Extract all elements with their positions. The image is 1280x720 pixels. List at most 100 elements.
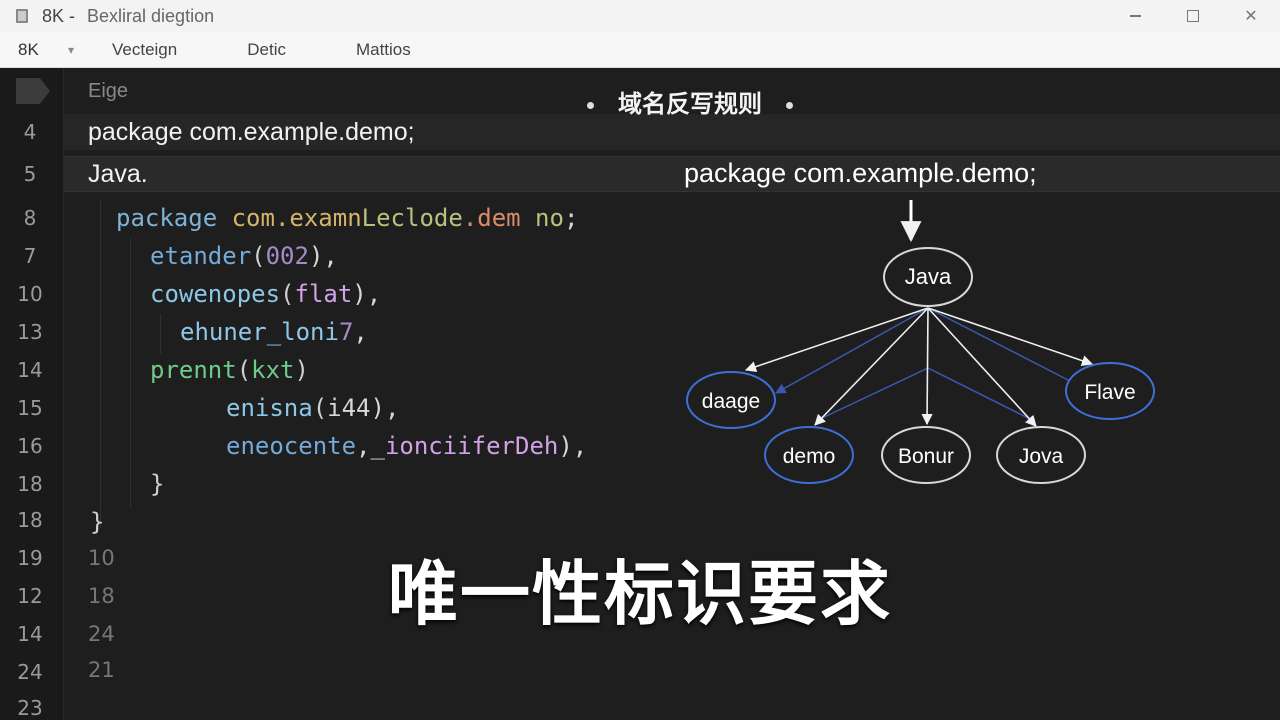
indent-guide xyxy=(130,238,131,508)
closing-brace: } xyxy=(90,508,105,536)
line-number: 24 xyxy=(17,660,43,684)
line-number: 12 xyxy=(17,584,43,608)
code-token: ehuner_loni xyxy=(180,318,339,346)
line-number: 5 xyxy=(23,162,37,186)
code-line: package com.examnLeclode.dem no; xyxy=(116,204,578,232)
caption-subtitle: 唯一性标识要求 xyxy=(388,553,892,635)
indent-guide xyxy=(160,314,161,354)
diagram-heading: 域名反写规则 xyxy=(560,84,820,119)
code-token: etander xyxy=(150,242,252,270)
code-token: ,_ xyxy=(356,432,385,460)
code-token: .dem xyxy=(462,204,521,232)
code-token: kxt xyxy=(251,356,295,384)
code-line: 21 xyxy=(88,658,115,682)
line-number: 7 xyxy=(23,244,37,268)
code-line: 10 xyxy=(88,546,115,570)
indent-guide xyxy=(100,200,101,528)
code-token: prennt xyxy=(150,356,237,384)
line-number: 8 xyxy=(23,206,37,230)
code-token: ; xyxy=(563,204,579,232)
node-b3[interactable]: Jova xyxy=(996,426,1086,484)
window-controls: ✕ xyxy=(1106,0,1280,32)
node-left[interactable]: daage xyxy=(686,371,776,429)
code-token: ), xyxy=(370,394,400,422)
code-line: enisna(i44), xyxy=(226,394,399,422)
code-token: 002 xyxy=(265,242,309,270)
file-tag-icon xyxy=(16,78,50,104)
code-token: ), xyxy=(308,242,338,270)
code-editor[interactable]: Eige 4 5 8 7 10 13 14 15 16 18 18 19 12 … xyxy=(0,68,1280,720)
code-token: Leclode xyxy=(361,204,463,232)
edge xyxy=(817,367,929,421)
code-token: , xyxy=(353,318,368,346)
line-number: 4 xyxy=(23,120,37,144)
code-token: cowenopes xyxy=(150,280,281,308)
code-token: ( xyxy=(236,356,252,384)
app-icon xyxy=(16,9,28,23)
node-label: Bonur xyxy=(898,445,954,468)
edge xyxy=(775,307,929,394)
code-token: ( xyxy=(251,242,266,270)
edge xyxy=(927,307,1094,367)
bullet-dot xyxy=(587,101,594,109)
package-label: package com.example.demo; xyxy=(684,158,1037,188)
node-label: demo xyxy=(783,445,836,468)
maximize-button[interactable] xyxy=(1164,0,1222,32)
node-label: Java xyxy=(905,264,952,289)
line-number: 19 xyxy=(17,546,43,570)
code-line: 24 xyxy=(88,622,115,646)
closing-brace: } xyxy=(150,470,165,498)
code-token: 7 xyxy=(338,318,354,346)
node-label: Jova xyxy=(1019,445,1064,468)
window-title: Bexliral diegtion xyxy=(87,5,215,26)
edge xyxy=(814,307,929,426)
line-number: 10 xyxy=(17,282,43,306)
code-token: eneocente xyxy=(226,432,357,460)
code-token: no xyxy=(520,204,564,232)
code-token: ( xyxy=(312,394,328,422)
menu-item-detic[interactable]: Detic xyxy=(247,40,286,60)
line-number: 16 xyxy=(17,434,43,458)
code-token: ionciiferDeh xyxy=(384,432,559,460)
line-number: 18 xyxy=(17,508,43,532)
chevron-down-icon[interactable]: ▾ xyxy=(68,43,112,57)
line-number: 18 xyxy=(17,472,43,496)
code-token: flat xyxy=(294,280,353,308)
node-label: Flave xyxy=(1084,381,1135,404)
node-root[interactable]: Java xyxy=(883,247,973,307)
code-line: 18 xyxy=(88,584,115,608)
app-label: 8K - xyxy=(42,5,76,26)
code-line: ehuner_loni7, xyxy=(180,318,368,346)
node-right[interactable]: Flave xyxy=(1065,362,1155,420)
close-button[interactable]: ✕ xyxy=(1222,0,1280,32)
code-token: i44 xyxy=(327,394,371,422)
code-line: Java. xyxy=(88,160,148,188)
line-number: 14 xyxy=(17,622,43,646)
title-bar: 8K - Bexliral diegtion ✕ xyxy=(0,0,1280,32)
menu-item-mattios[interactable]: Mattios xyxy=(356,40,411,60)
code-token: package xyxy=(116,204,218,232)
node-b1[interactable]: demo xyxy=(764,426,854,484)
menu-bar: 8K ▾ Vecteign Detic Mattios xyxy=(0,32,1280,68)
breadcrumb[interactable]: Eige xyxy=(88,80,128,103)
line-number: 14 xyxy=(17,358,43,382)
project-selector[interactable]: 8K xyxy=(18,40,68,60)
node-b2[interactable]: Bonur xyxy=(881,426,971,484)
minimize-button[interactable] xyxy=(1106,0,1164,32)
line-number: 13 xyxy=(17,320,43,344)
edge xyxy=(744,307,929,373)
line-number: 15 xyxy=(17,396,43,420)
edge xyxy=(921,307,933,426)
code-line: etander(002), xyxy=(150,242,338,270)
edge xyxy=(927,307,1037,427)
current-line-highlight xyxy=(64,156,1280,192)
code-token: ), xyxy=(558,432,588,460)
edge xyxy=(927,307,1071,382)
code-line: eneocente,_ionciiferDeh), xyxy=(226,432,587,460)
code-token: ) xyxy=(294,356,309,384)
code-token: ( xyxy=(280,280,295,308)
line-number: 23 xyxy=(17,696,43,720)
code-line: package com.example.demo; xyxy=(88,118,415,146)
code-token: ), xyxy=(352,280,382,308)
menu-item-vecteign[interactable]: Vecteign xyxy=(112,40,177,60)
